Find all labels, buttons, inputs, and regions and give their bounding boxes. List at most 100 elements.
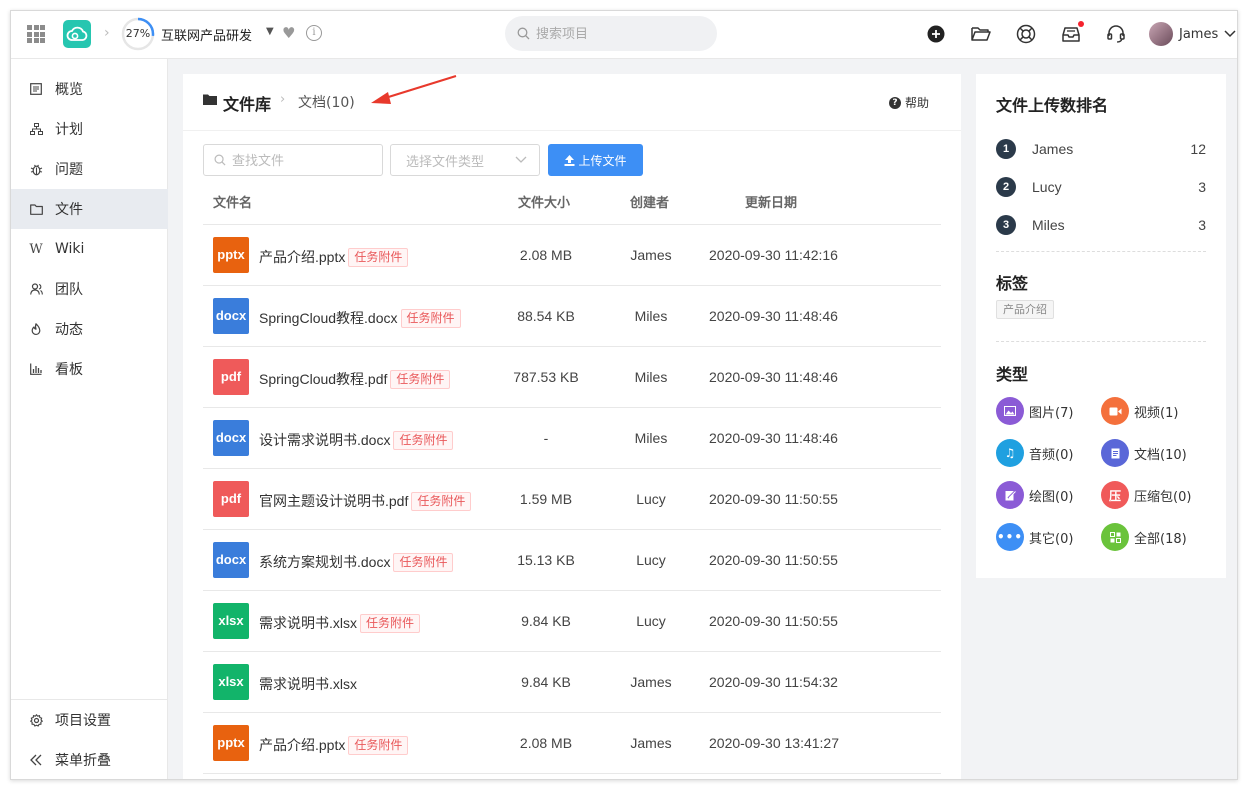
file-size: 2.08 MB [519,247,573,263]
inbox-notification-icon[interactable] [1060,21,1084,45]
ranking-item[interactable]: 1 James 12 [996,138,1206,160]
file-search-input[interactable] [232,152,372,168]
tag-chip[interactable]: 产品介绍 [996,300,1054,319]
file-name[interactable]: 官网主题设计说明书.pdf [259,493,408,509]
sidebar-item-overview[interactable]: 概览 [11,69,168,109]
sidebar-item-plan[interactable]: 计划 [11,109,168,149]
project-settings-button[interactable]: 项目设置 [11,700,168,740]
headset-icon[interactable] [1105,23,1127,45]
collapse-menu-button[interactable]: 菜单折叠 [11,740,168,779]
table-row[interactable]: docx 系统方案规划书.docx 任务附件 15.13 KB Lucy 2020… [203,530,941,591]
file-name[interactable]: 需求说明书.xlsx [259,676,357,692]
sidebar-item-team[interactable]: 团队 [11,269,168,309]
type-filter-audio[interactable]: ♫ 音频(0) [996,439,1073,467]
file-table: pptx 产品介绍.pptx 任务附件 2.08 MB James 2020-09… [203,225,941,774]
file-date: 2020-09-30 13:41:27 [709,735,839,751]
xlsx-file-icon: xlsx [213,603,249,639]
file-owner: James [630,735,672,751]
type-filter-other[interactable]: ••• 其它(0) [996,523,1073,551]
sidebar-item-wiki[interactable]: W Wiki [11,229,168,269]
file-name[interactable]: SpringCloud教程.pdf [259,371,387,387]
cloud-logo-icon[interactable] [63,20,91,48]
sidebar-item-board[interactable]: 看板 [11,349,168,389]
user-name: James [1179,26,1219,42]
column-header-date[interactable]: 更新日期 [745,192,797,211]
type-label: 视频(1) [1134,405,1179,421]
caret-down-icon[interactable]: ▼ [266,26,274,37]
sidebar-item-label: 文件 [55,202,83,218]
collapse-menu-label: 菜单折叠 [55,753,111,769]
file-search[interactable] [203,144,383,176]
type-label: 文档(10) [1134,447,1187,463]
sidebar-item-files[interactable]: 文件 [11,189,168,229]
sidebar-item-label: Wiki [55,241,85,257]
table-row[interactable]: xlsx 需求说明书.xlsx 9.84 KB James 2020-09-30… [203,652,941,713]
file-name[interactable]: 产品介绍.pptx [259,249,345,265]
sidebar-item-activity[interactable]: 动态 [11,309,168,349]
lifebuoy-icon[interactable] [1015,23,1037,45]
breadcrumb-root[interactable]: 文件库 [223,91,271,115]
file-name[interactable]: 设计需求说明书.docx [259,432,390,448]
file-name[interactable]: 产品介绍.pptx [259,737,345,753]
project-search[interactable] [505,16,717,51]
sidebar: 概览 计划 问题 文件 W Wiki 团队 动态 看板 项目设置 菜单折叠 [11,59,168,779]
file-owner: James [630,674,672,690]
table-row[interactable]: pdf SpringCloud教程.pdf 任务附件 787.53 KB Mile… [203,347,941,408]
column-header-size[interactable]: 文件大小 [518,192,570,211]
table-row[interactable]: pptx 产品介绍.pptx 任务附件 2.08 MB James 2020-09… [203,225,941,286]
table-row[interactable]: pdf 官网主题设计说明书.pdf 任务附件 1.59 MB Lucy 2020-… [203,469,941,530]
type-filter-all[interactable]: 全部(18) [1101,523,1187,551]
add-icon[interactable] [925,23,947,45]
column-header-owner[interactable]: 创建者 [630,192,669,211]
project-progress-ring: 27% [121,17,155,51]
help-label: 帮助 [905,96,930,110]
ranking-item[interactable]: 2 Lucy 3 [996,176,1206,198]
file-size: 9.84 KB [521,674,571,690]
ranking-item[interactable]: 3 Miles 3 [996,214,1206,236]
table-row[interactable]: pptx 产品介绍.pptx 任务附件 2.08 MB James 2020-09… [203,713,941,774]
task-attachment-tag: 任务附件 [393,553,454,572]
chevron-down-icon [515,156,527,163]
music-icon: ♫ [996,439,1024,467]
type-filter-document[interactable]: 文档(10) [1101,439,1187,467]
sidebar-item-label: 问题 [55,162,83,178]
apps-grid-icon[interactable] [27,25,45,43]
rank-user: Lucy [1032,179,1062,195]
help-link[interactable]: ? 帮助 [889,94,929,111]
chevron-right-icon: › [280,92,286,107]
file-name[interactable]: SpringCloud教程.docx [259,310,398,326]
project-search-input[interactable] [536,26,696,41]
info-icon[interactable]: i [306,25,322,41]
heart-icon[interactable]: ♥ [282,24,295,42]
flame-icon [29,322,43,336]
apps-icon [1101,523,1129,551]
docx-file-icon: docx [213,298,249,334]
type-filter-archive[interactable]: 压 压缩包(0) [1101,481,1191,509]
breadcrumb: 文件库 › 文档(10) ? 帮助 [183,74,961,131]
column-header-name[interactable]: 文件名 [213,192,252,211]
table-row[interactable]: docx 设计需求说明书.docx 任务附件 - Miles 2020-09-30… [203,408,941,469]
divider [996,341,1206,342]
table-row[interactable]: docx SpringCloud教程.docx 任务附件 88.54 KB Mil… [203,286,941,347]
document-icon [1101,439,1129,467]
user-menu[interactable]: James [1149,22,1236,46]
task-attachment-tag: 任务附件 [348,736,409,755]
project-name[interactable]: 互联网产品研发 [161,25,252,44]
tags-title: 标签 [996,274,1029,293]
sidebar-item-issues[interactable]: 问题 [11,149,168,189]
type-filter-drawing[interactable]: 绘图(0) [996,481,1073,509]
type-filter-video[interactable]: 视频(1) [1101,397,1178,425]
file-owner: Lucy [636,491,666,507]
table-row[interactable]: xlsx 需求说明书.xlsx 任务附件 9.84 KB Lucy 2020-09… [203,591,941,652]
image-icon [996,397,1024,425]
file-name[interactable]: 需求说明书.xlsx [259,615,357,631]
file-type-placeholder: 选择文件类型 [406,154,485,170]
file-owner: James [630,247,672,263]
file-type-select[interactable]: 选择文件类型 [390,144,540,176]
upload-file-button[interactable]: 上传文件 [548,144,643,176]
type-label: 绘图(0) [1029,489,1074,505]
file-name[interactable]: 系统方案规划书.docx [259,554,390,570]
folder-open-icon[interactable] [970,23,992,45]
double-chevron-left-icon [29,753,43,767]
type-filter-image[interactable]: 图片(7) [996,397,1073,425]
